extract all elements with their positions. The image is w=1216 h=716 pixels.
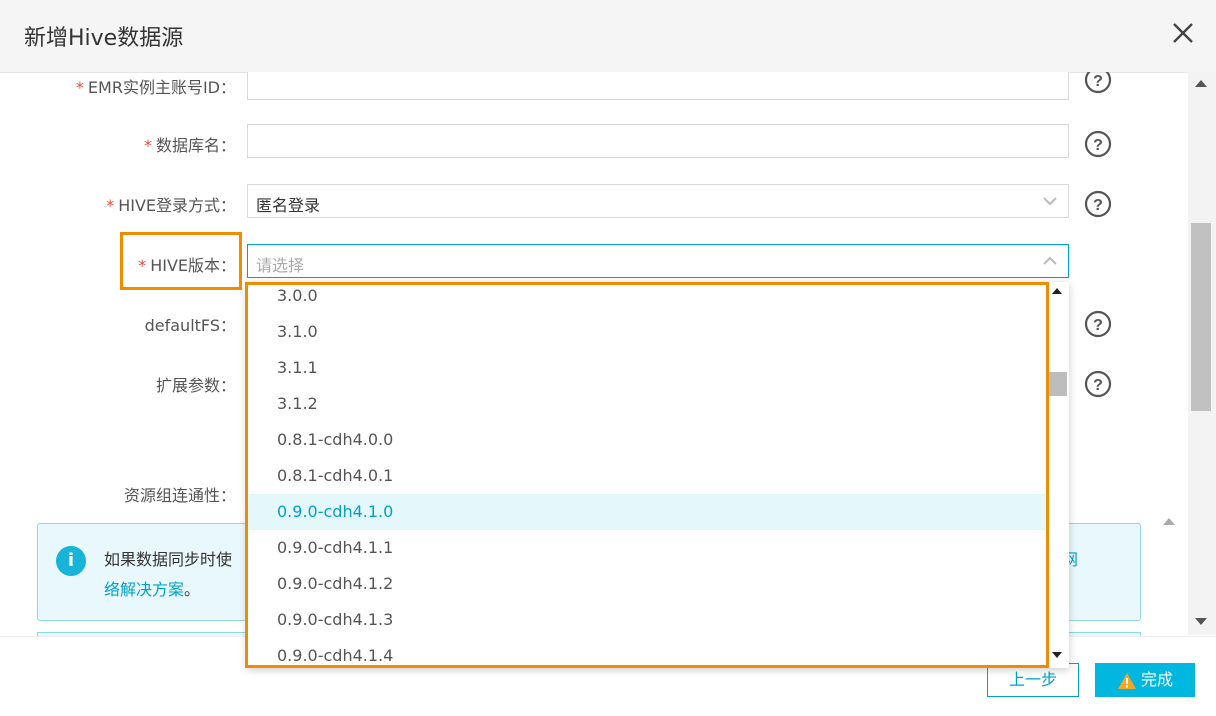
finish-button[interactable]: 完成 <box>1095 663 1195 697</box>
hive-version-dropdown: 3.0.0 3.1.0 3.1.1 3.1.2 0.8.1-cdh4.0.0 0… <box>247 282 1069 668</box>
dropdown-option[interactable]: 3.1.1 <box>247 350 1047 386</box>
dialog-title: 新增Hive数据源 <box>24 26 184 51</box>
form-row-emr-id: * EMR实例主账号ID： ? <box>0 72 1188 102</box>
dropdown-option[interactable]: 0.9.0-cdh4.1.1 <box>247 530 1047 566</box>
scroll-down-icon[interactable] <box>1052 652 1062 658</box>
help-icon[interactable]: ? <box>1083 72 1113 95</box>
svg-text:?: ? <box>1093 197 1103 214</box>
help-icon[interactable]: ? <box>1083 369 1113 399</box>
field-label: 扩展参数： <box>155 376 236 395</box>
scroll-up-icon[interactable] <box>1163 518 1175 525</box>
chevron-down-icon <box>1043 197 1057 206</box>
field-label: defaultFS： <box>144 316 236 335</box>
field-label: * HIVE登录方式： <box>106 196 236 215</box>
dropdown-option[interactable]: 0.9.0-cdh4.1.3 <box>247 602 1047 638</box>
dialog-header: 新增Hive数据源 <box>0 0 1216 73</box>
scroll-thumb[interactable] <box>1049 372 1067 396</box>
dialog-scrollbar[interactable] <box>1188 72 1216 635</box>
network-solution-link[interactable]: 络解决方案 <box>104 580 184 599</box>
prev-step-button[interactable]: 上一步 <box>987 663 1079 697</box>
scroll-thumb[interactable] <box>1191 223 1211 411</box>
help-icon[interactable]: ? <box>1083 309 1113 339</box>
info-text-line2: 络解决方案。 <box>104 580 201 599</box>
highlight-box <box>120 232 242 290</box>
svg-text:?: ? <box>1093 137 1103 154</box>
info-text: 如果数据同步时使 <box>104 550 233 569</box>
svg-text:?: ? <box>1093 317 1103 334</box>
dialog: 新增Hive数据源 * EMR实例主账号ID： ? * 数据库名： ? * HI… <box>0 0 1216 716</box>
field-label: * EMR实例主账号ID： <box>75 78 236 97</box>
dropdown-option[interactable]: 0.9.0-cdh4.1.4 <box>247 638 1047 668</box>
scroll-up-icon[interactable] <box>1195 80 1207 87</box>
dropdown-option[interactable]: 3.1.2 <box>247 386 1047 422</box>
svg-text:?: ? <box>1093 73 1103 90</box>
dropdown-option[interactable]: 3.1.0 <box>247 314 1047 350</box>
scroll-up-icon[interactable] <box>1052 288 1062 294</box>
chevron-up-icon <box>1043 256 1057 265</box>
emr-account-id-input[interactable] <box>247 72 1069 100</box>
dropdown-option[interactable]: 3.0.0 <box>247 282 1047 314</box>
form-row-login-method: * HIVE登录方式： 匿名登录 ? <box>0 184 1188 220</box>
warning-icon <box>1117 672 1136 689</box>
info-icon: i <box>56 546 86 576</box>
dropdown-option[interactable]: 0.8.1-cdh4.0.0 <box>247 422 1047 458</box>
dropdown-option-highlighted[interactable]: 0.9.0-cdh4.1.0 <box>247 494 1047 530</box>
form-row-db-name: * 数据库名： ? <box>0 124 1188 160</box>
close-icon[interactable] <box>1170 20 1196 46</box>
dropdown-scrollbar[interactable] <box>1047 282 1069 668</box>
scroll-down-icon[interactable] <box>1195 618 1207 625</box>
field-label: 资源组连通性： <box>123 486 236 505</box>
dropdown-option[interactable]: 0.9.0-cdh4.1.2 <box>247 566 1047 602</box>
database-name-input[interactable] <box>247 124 1069 158</box>
dropdown-option[interactable]: 0.8.1-cdh4.0.1 <box>247 458 1047 494</box>
help-icon[interactable]: ? <box>1083 129 1113 159</box>
field-label: * 数据库名： <box>143 136 236 155</box>
svg-text:?: ? <box>1093 377 1103 394</box>
help-icon[interactable]: ? <box>1083 189 1113 219</box>
hive-version-select[interactable]: 请选择 <box>247 244 1069 278</box>
login-method-select[interactable]: 匿名登录 <box>247 184 1069 218</box>
